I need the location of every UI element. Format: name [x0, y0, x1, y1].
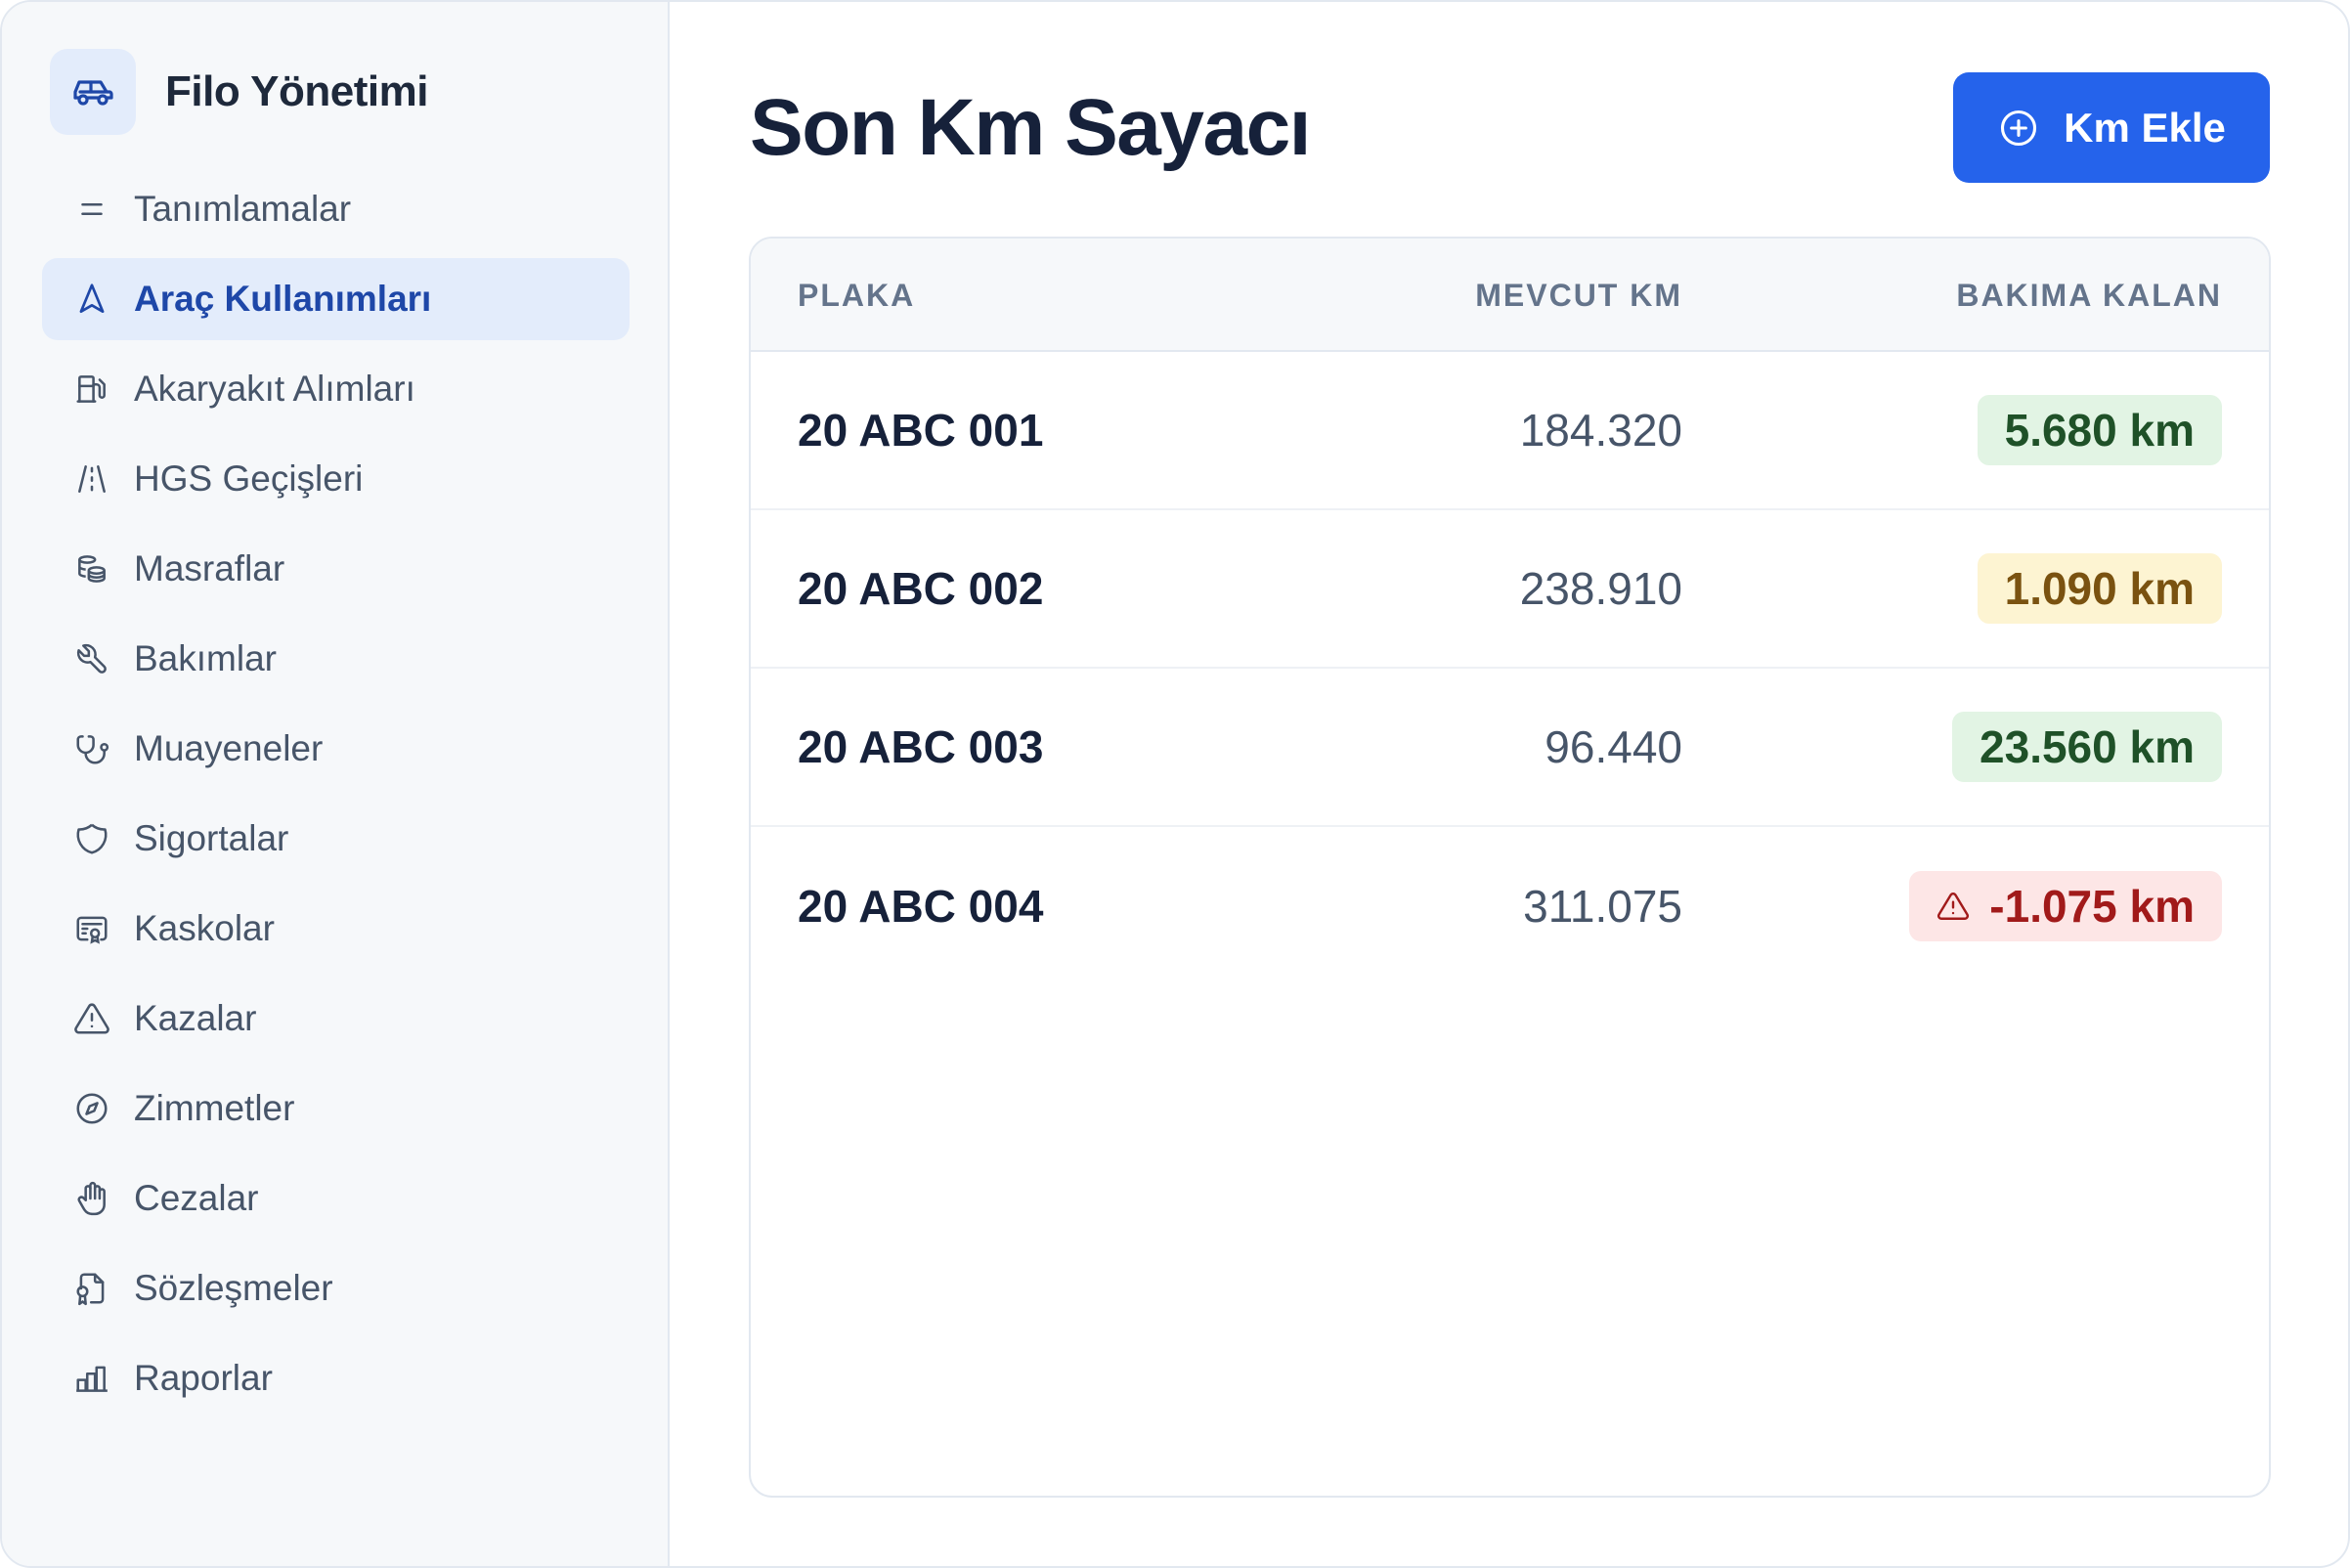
sidebar-item-label: Sigortalar	[134, 818, 289, 858]
status-badge: 5.680 km	[1977, 395, 2222, 465]
column-header-remaining[interactable]: BAKIMA KALAN	[1956, 239, 2222, 352]
current-km-cell: 96.440	[1545, 721, 1682, 772]
plus-circle-icon	[2001, 109, 2037, 146]
sidebar-item-cezalar[interactable]: Cezalar	[42, 1157, 630, 1240]
sidebar-item-sigortalar[interactable]: Sigortalar	[42, 798, 630, 880]
table-row[interactable]: 20 ABC 004 311.075 -1.075 km	[751, 827, 2269, 985]
app-window: Filo Yönetimi Tanımlamalar Araç Kullanım…	[0, 0, 2350, 1568]
status-badge: -1.075 km	[1909, 871, 2222, 941]
sidebar-item-label: Tanımlamalar	[134, 189, 352, 229]
brand: Filo Yönetimi	[50, 49, 428, 135]
wrench-icon	[73, 640, 110, 677]
current-km-cell: 238.910	[1519, 563, 1682, 614]
brand-title: Filo Yönetimi	[165, 67, 428, 115]
sidebar-item-muayeneler[interactable]: Muayeneler	[42, 708, 630, 790]
remaining-cell: 23.560 km	[1952, 669, 2222, 825]
sidebar-item-hgs-gecisleri[interactable]: HGS Geçişleri	[42, 438, 630, 520]
sidebar-item-kaskolar[interactable]: Kaskolar	[42, 888, 630, 970]
page-title: Son Km Sayacı	[750, 83, 1311, 172]
sidebar-item-sozlesmeler[interactable]: Sözleşmeler	[42, 1247, 630, 1329]
table-row[interactable]: 20 ABC 003 96.440 23.560 km	[751, 669, 2269, 827]
current-km-cell: 311.075	[1523, 881, 1682, 932]
add-km-button-label: Km Ekle	[2064, 104, 2226, 151]
sidebar-item-zimmetler[interactable]: Zimmetler	[42, 1067, 630, 1150]
remaining-km-value: 23.560 km	[1980, 721, 2195, 772]
sidebar-item-label: Akaryakıt Alımları	[134, 369, 415, 409]
sidebar-item-arac-kullanimlari[interactable]: Araç Kullanımları	[42, 258, 630, 340]
remaining-km-value: 1.090 km	[2004, 563, 2195, 614]
sidebar-item-label: HGS Geçişleri	[134, 458, 364, 499]
sidebar-item-label: Raporlar	[134, 1358, 273, 1398]
remaining-cell: 5.680 km	[1977, 352, 2222, 508]
sidebar-item-akaryakit-alimlari[interactable]: Akaryakıt Alımları	[42, 348, 630, 430]
bar-chart-icon	[73, 1360, 110, 1397]
stethoscope-icon	[73, 730, 110, 767]
sidebar-item-raporlar[interactable]: Raporlar	[42, 1337, 630, 1419]
coins-icon	[73, 550, 110, 588]
status-badge: 23.560 km	[1952, 712, 2222, 782]
sidebar-item-kazalar[interactable]: Kazalar	[42, 978, 630, 1060]
road-icon	[73, 460, 110, 498]
plate-cell: 20 ABC 004	[798, 881, 1044, 932]
sidebar-item-label: Masraflar	[134, 548, 285, 588]
hand-icon	[73, 1180, 110, 1217]
sidebar-item-bakimlar[interactable]: Bakımlar	[42, 618, 630, 700]
add-km-button[interactable]: Km Ekle	[1953, 72, 2270, 183]
table-row[interactable]: 20 ABC 001 184.320 5.680 km	[751, 352, 2269, 510]
menu-lines-icon	[73, 191, 110, 228]
warning-icon	[1937, 893, 1970, 920]
sidebar-item-label: Zimmetler	[134, 1088, 295, 1128]
warning-icon	[73, 1000, 110, 1037]
sidebar-item-label: Kaskolar	[134, 908, 275, 948]
table-row[interactable]: 20 ABC 002 238.910 1.090 km	[751, 510, 2269, 669]
sidebar-item-label: Sözleşmeler	[134, 1268, 333, 1308]
main-content: Son Km Sayacı Km Ekle PLAKA MEVCUT KM BA…	[670, 2, 2348, 1566]
column-header-current-km[interactable]: MEVCUT KM	[1475, 239, 1682, 352]
sidebar-item-label: Cezalar	[134, 1178, 259, 1218]
fuel-icon	[73, 370, 110, 408]
sidebar-item-label: Araç Kullanımları	[134, 279, 432, 319]
sidebar-nav: Tanımlamalar Araç Kullanımları Akaryakıt…	[42, 168, 630, 1427]
column-header-plate[interactable]: PLAKA	[798, 239, 915, 352]
car-icon	[50, 49, 136, 135]
current-km-cell: 184.320	[1519, 405, 1682, 456]
remaining-cell: 1.090 km	[1977, 510, 2222, 667]
certificate-icon	[73, 910, 110, 947]
remaining-km-value: -1.075 km	[1989, 881, 2195, 932]
plate-cell: 20 ABC 001	[798, 405, 1044, 456]
navigation-icon	[73, 281, 110, 318]
remaining-km-value: 5.680 km	[2004, 405, 2195, 456]
sidebar-item-label: Bakımlar	[134, 638, 277, 678]
contract-icon	[73, 1270, 110, 1307]
plate-cell: 20 ABC 003	[798, 721, 1044, 772]
plate-cell: 20 ABC 002	[798, 563, 1044, 614]
table-header: PLAKA MEVCUT KM BAKIMA KALAN	[751, 239, 2269, 352]
sidebar-item-tanimlamalar[interactable]: Tanımlamalar	[42, 168, 630, 250]
status-badge: 1.090 km	[1977, 553, 2222, 624]
remaining-cell: -1.075 km	[1909, 827, 2222, 985]
sidebar-item-label: Muayeneler	[134, 728, 324, 768]
sidebar: Filo Yönetimi Tanımlamalar Araç Kullanım…	[2, 2, 670, 1566]
sidebar-item-masraflar[interactable]: Masraflar	[42, 528, 630, 610]
shield-icon	[73, 820, 110, 857]
sidebar-item-label: Kazalar	[134, 998, 257, 1038]
compass-icon	[73, 1090, 110, 1127]
km-table: PLAKA MEVCUT KM BAKIMA KALAN 20 ABC 001 …	[749, 237, 2271, 1498]
